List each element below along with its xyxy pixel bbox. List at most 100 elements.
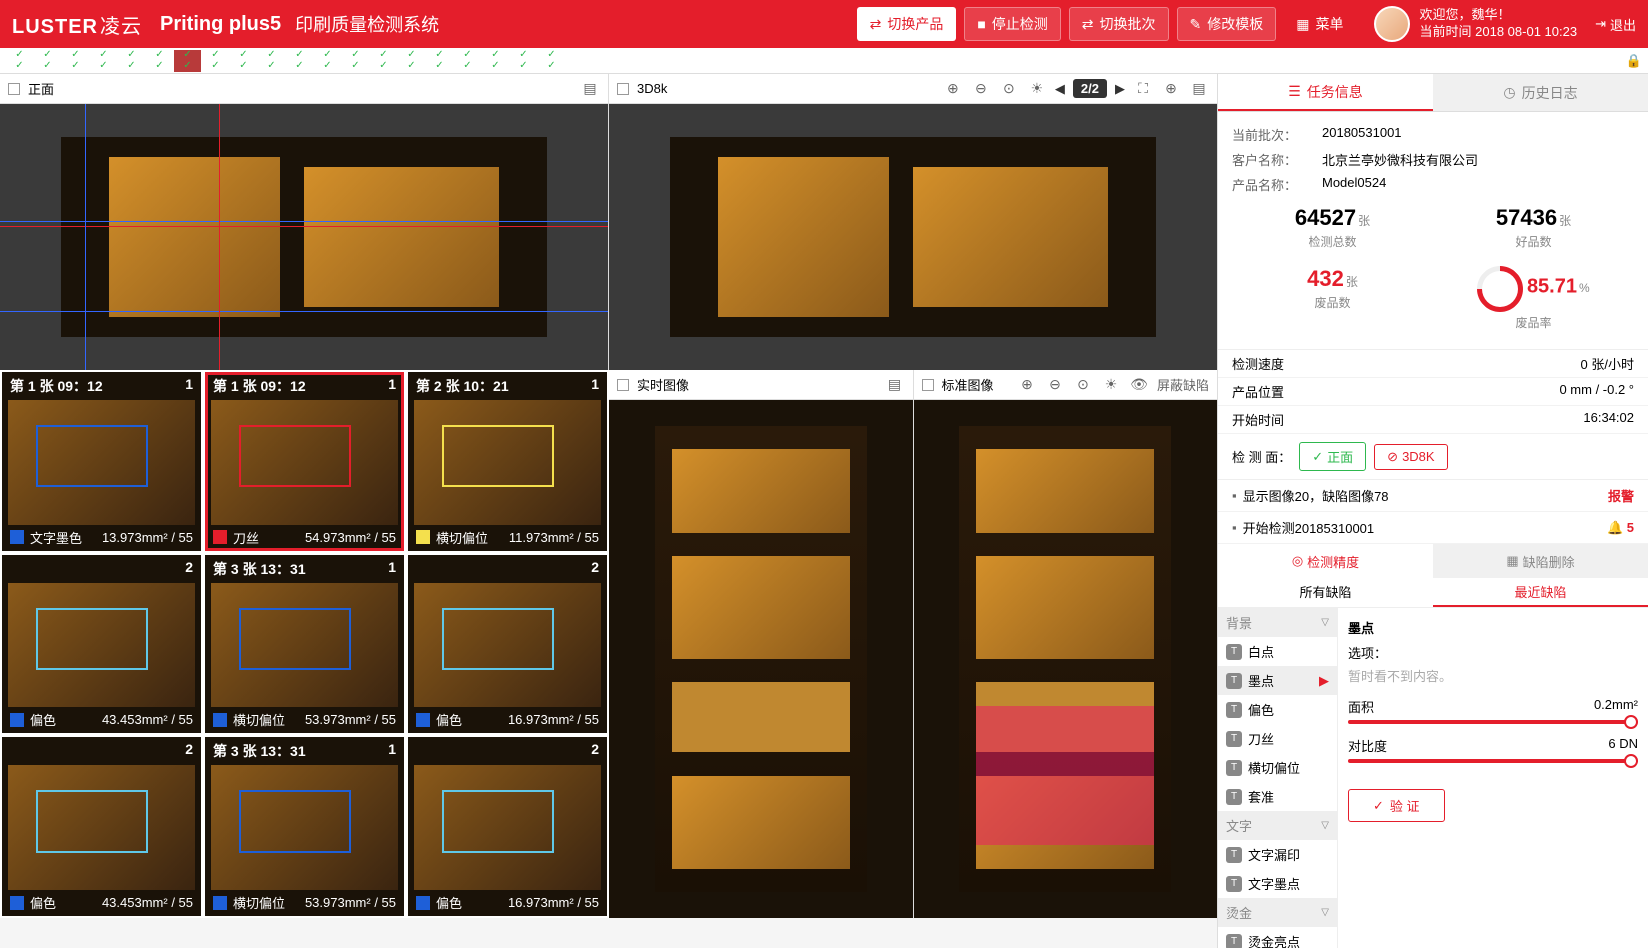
defect-type-item[interactable]: T文字漏印 [1218,840,1337,869]
subtab-precision[interactable]: ◎检测精度 [1218,544,1433,578]
realtime-canvas[interactable] [609,400,913,918]
sheet-cell[interactable]: ✓✓ [34,50,61,72]
sheet-cell[interactable]: ✓✓ [6,50,33,72]
user-avatar[interactable] [1374,6,1410,42]
defect-type-item[interactable]: T刀丝 [1218,724,1337,753]
layout-icon[interactable]: ▤ [580,79,600,99]
standard-pane: 标准图像 ⊕ ⊖ ⊙ ☀ 👁 屏蔽缺陷 [914,370,1218,918]
switch-product-button[interactable]: ⇄切换产品 [857,7,957,41]
3d8k-preview-pane: 3D8k ⊕ ⊖ ⊙ ☀ ◀ 2/2 ▶ ⛶ ⊕ ▤ [609,74,1217,370]
area-slider[interactable] [1348,720,1638,724]
face-3d8k-button[interactable]: ⊘3D8K [1374,444,1447,470]
stat-waste: 432张废品数 [1232,266,1433,331]
switch-batch-button[interactable]: ⇄切换批次 [1069,7,1169,41]
zoom-reset-icon[interactable]: ⊙ [999,79,1019,99]
logout-button[interactable]: ⇥退出 [1595,15,1636,34]
zoom-out-icon[interactable]: ⊖ [971,79,991,99]
brightness-icon[interactable]: ☀ [1027,79,1047,99]
app-header: LUSTER凌云 Priting plus5 印刷质量检测系统 ⇄切换产品 ■停… [0,0,1648,48]
sheet-cell[interactable]: ✓✓ [90,50,117,72]
sheet-cell[interactable]: ✓✓ [118,50,145,72]
face-front-button[interactable]: ✓正面 [1299,442,1366,471]
tab-history-log[interactable]: ◷历史日志 [1433,74,1648,111]
verify-button[interactable]: ✓验 证 [1348,789,1445,822]
fullscreen-icon[interactable]: ⛶ [1133,79,1153,99]
defect-cell[interactable]: 2 偏色16.973mm² / 55 [408,555,607,734]
eye-off-icon[interactable]: 👁 [1129,375,1149,395]
subtab-delete[interactable]: ▦缺陷删除 [1433,544,1648,578]
menu-button[interactable]: ▦菜单 [1284,8,1355,40]
defect-type-detail: 墨点 选项： 暂时看不到内容。 面积0.2mm² 对比度6 DN ✓验 证 [1338,608,1648,948]
defect-cell[interactable]: 2 偏色43.453mm² / 55 [2,555,201,734]
sheet-cell[interactable]: ✓✓ [454,50,481,72]
front-preview-canvas[interactable] [0,104,608,370]
modify-template-button[interactable]: ✎修改模板 [1177,7,1277,41]
3d8k-title: 3D8k [637,81,667,96]
defect-group-header[interactable]: 烫金▽ [1218,898,1337,927]
defect-group-header[interactable]: 文字▽ [1218,811,1337,840]
sheet-cell[interactable]: ✓✓ [538,50,565,72]
donut-icon [1468,256,1533,321]
window-icon [617,379,629,391]
zoom-reset-icon[interactable]: ⊙ [1073,375,1093,395]
defect-type-item[interactable]: T烫金亮点 [1218,927,1337,948]
sheet-cell[interactable]: ✓✓ [258,50,285,72]
3d8k-preview-canvas[interactable] [609,104,1217,370]
defect-type-item[interactable]: T偏色 [1218,695,1337,724]
defect-type-item[interactable]: T墨点▶ [1218,666,1337,695]
log-row: ▪显示图像20，缺陷图像78报警 [1218,480,1648,512]
window-icon [922,379,934,391]
standard-canvas[interactable] [914,400,1218,918]
defect-cell[interactable]: 第 2 张 10：211 横切偏位11.973mm² / 55 [408,372,607,551]
stop-detect-button[interactable]: ■停止检测 [964,7,1060,41]
sheet-cell[interactable]: ✓✓ [230,50,257,72]
contrast-slider[interactable] [1348,759,1638,763]
defect-group-header[interactable]: 背景▽ [1218,608,1337,637]
target-icon: ◎ [1292,553,1303,569]
zoom-out-icon[interactable]: ⊖ [1045,375,1065,395]
logout-icon: ⇥ [1595,16,1606,32]
defect-cell[interactable]: 2 偏色16.973mm² / 55 [408,737,607,916]
stop-icon: ■ [977,16,985,32]
zoom-in-icon[interactable]: ⊕ [943,79,963,99]
defect-type-item[interactable]: T横切偏位 [1218,753,1337,782]
sheet-cell[interactable]: ✓✓ [482,50,509,72]
defect-type-item[interactable]: T白点 [1218,637,1337,666]
defect-type-item[interactable]: T套准 [1218,782,1337,811]
layout-icon[interactable]: ▤ [1189,79,1209,99]
defect-cell[interactable]: 第 3 张 13：311 横切偏位53.973mm² / 55 [205,737,404,916]
app-subtitle: 印刷质量检测系统 [295,11,439,37]
sheet-cell[interactable]: ✓✓ [62,50,89,72]
minitab-recent[interactable]: 最近缺陷 [1433,578,1648,607]
sheet-cell[interactable]: ✓✓ [426,50,453,72]
locate-icon[interactable]: ⊕ [1161,79,1181,99]
product-name: Priting plus5 [160,13,281,36]
next-page-button[interactable]: ▶ [1115,81,1125,97]
sheet-cell[interactable]: ✓✓ [286,50,313,72]
link-icon: ✓ [1312,449,1323,465]
lock-icon[interactable]: 🔒 [1626,53,1642,69]
zoom-in-icon[interactable]: ⊕ [1017,375,1037,395]
prev-page-button[interactable]: ◀ [1055,81,1065,97]
log-row: ▪开始检测20185310001🔔 5 [1218,512,1648,544]
sheet-cell[interactable]: ✓✓ [510,50,537,72]
sheet-cell[interactable]: ✓✓ [398,50,425,72]
brightness-icon[interactable]: ☀ [1101,375,1121,395]
tab-task-info[interactable]: ☰任务信息 [1218,74,1433,111]
sheet-cell[interactable]: ✓✓ [314,50,341,72]
defect-cell[interactable]: 第 1 张 09：121 刀丝54.973mm² / 55 [205,372,404,551]
link-icon: ⊘ [1387,449,1398,465]
defect-cell[interactable]: 第 1 张 09：121 文字墨色13.973mm² / 55 [2,372,201,551]
minitab-all[interactable]: 所有缺陷 [1218,578,1433,607]
sheet-cell[interactable]: ✓✓ [370,50,397,72]
sheet-cell[interactable]: ✓✓ [342,50,369,72]
defect-cell[interactable]: 第 3 张 13：311 横切偏位53.973mm² / 55 [205,555,404,734]
defect-type-item[interactable]: T文字墨点 [1218,869,1337,898]
bell-icon: 🔔 5 [1607,520,1634,536]
sheet-cell[interactable]: ✓✓ [174,50,201,72]
defect-cell[interactable]: 2 偏色43.453mm² / 55 [2,737,201,916]
sheet-cell[interactable]: ✓✓ [202,50,229,72]
sheet-cell[interactable]: ✓✓ [146,50,173,72]
layout-icon[interactable]: ▤ [885,375,905,395]
hide-defect-label[interactable]: 屏蔽缺陷 [1157,375,1209,394]
